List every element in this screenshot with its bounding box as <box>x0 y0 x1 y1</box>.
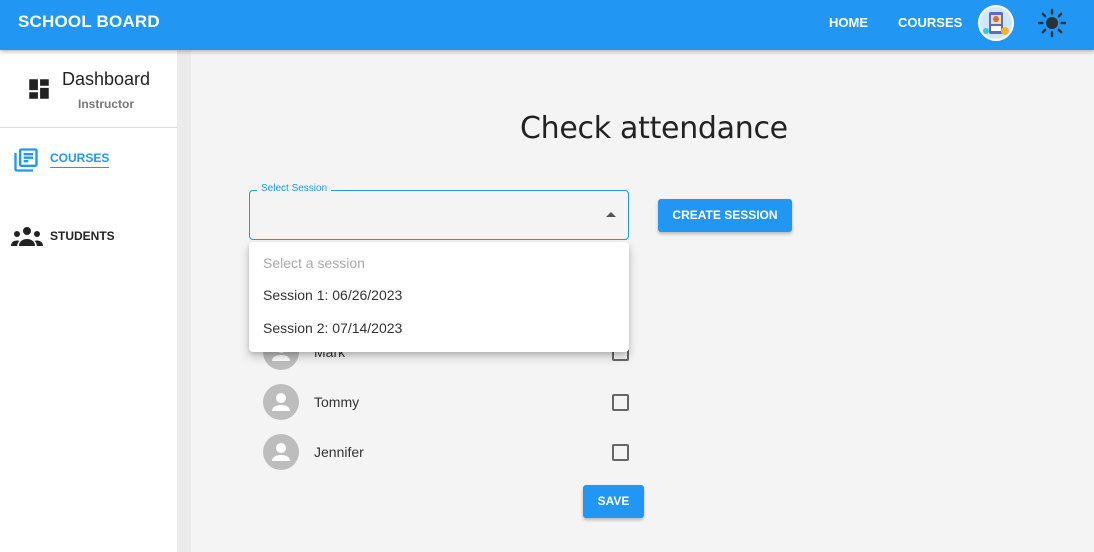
sidebar-item-students[interactable]: STUDENTS <box>0 210 177 250</box>
session-select[interactable] <box>249 190 629 240</box>
session-dropdown-menu: Select a session Session 1: 06/26/2023 S… <box>249 242 629 352</box>
dashboard-title: Dashboard <box>62 69 151 89</box>
sun-icon <box>1037 8 1067 38</box>
menu-item-session-2[interactable]: Session 2: 07/14/2023 <box>249 312 629 344</box>
sidebar: Dashboard Instructor COURSES STUDENTS <box>0 50 177 552</box>
caret-up-icon[interactable] <box>606 212 616 217</box>
menu-item-session-1[interactable]: Session 1: 06/26/2023 <box>249 279 629 311</box>
theme-toggle-button[interactable] <box>1036 7 1068 39</box>
student-name: Jennifer <box>314 444 364 460</box>
menu-item-placeholder[interactable]: Select a session <box>249 247 629 279</box>
session-select-label: Select Session <box>257 183 332 194</box>
app-bar: SCHOOL BOARD HOME COURSES <box>0 0 1094 50</box>
user-avatar[interactable] <box>978 5 1014 41</box>
sidebar-dashboard-header[interactable]: Dashboard Instructor <box>0 50 177 128</box>
library-books-icon <box>12 146 40 179</box>
sidebar-item-label: STUDENTS <box>50 229 115 243</box>
sidebar-item-label: COURSES <box>50 151 110 168</box>
people-icon <box>11 226 43 253</box>
nav-home-link[interactable]: HOME <box>829 15 868 30</box>
sidebar-divider <box>177 50 191 552</box>
sidebar-item-courses[interactable]: COURSES <box>0 140 177 180</box>
avatar-image-icon <box>980 7 1012 39</box>
person-icon <box>263 434 299 470</box>
dashboard-icon <box>26 76 52 107</box>
nav-courses-link[interactable]: COURSES <box>898 15 962 30</box>
person-icon <box>263 384 299 420</box>
create-session-button[interactable]: CREATE SESSION <box>658 199 792 232</box>
save-button[interactable]: SAVE <box>583 485 644 518</box>
brand-title[interactable]: SCHOOL BOARD <box>18 12 160 32</box>
page-title: Check attendance <box>520 111 788 146</box>
attendance-checkbox[interactable] <box>612 394 629 411</box>
student-name: Tommy <box>314 394 360 410</box>
student-row: Tommy <box>263 384 643 420</box>
dashboard-role: Instructor <box>78 97 135 111</box>
student-row: Jennifer <box>263 434 643 470</box>
attendance-checkbox[interactable] <box>612 444 629 461</box>
